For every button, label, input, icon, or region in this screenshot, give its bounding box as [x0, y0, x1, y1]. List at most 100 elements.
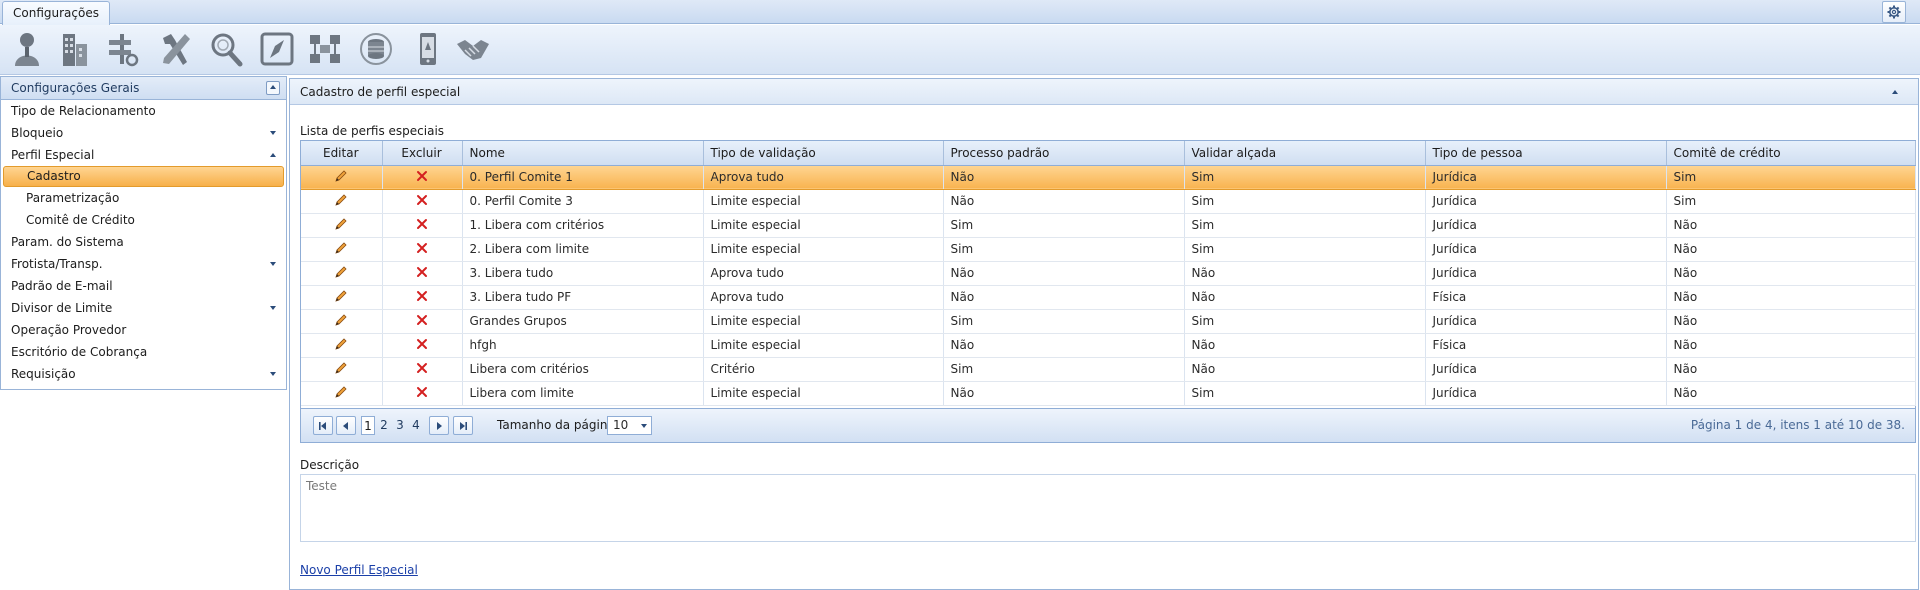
- magnifier-icon[interactable]: [208, 30, 244, 68]
- table-row[interactable]: hfgh Limite especial Não Não Física Não: [301, 333, 1916, 358]
- edit-pencil-icon[interactable]: [334, 361, 348, 378]
- edit-pencil-icon[interactable]: [334, 217, 348, 234]
- delete-x-icon[interactable]: [416, 218, 428, 233]
- page-2-link[interactable]: 2: [377, 416, 391, 435]
- collapse-nav-button[interactable]: [266, 81, 280, 95]
- new-profile-link[interactable]: Novo Perfil Especial: [300, 563, 418, 577]
- scale-settings-icon[interactable]: [104, 30, 140, 68]
- page-3-link[interactable]: 3: [393, 416, 407, 435]
- prev-page-button[interactable]: [336, 416, 356, 435]
- edit-pencil-icon[interactable]: [334, 289, 348, 306]
- network-icon[interactable]: [307, 30, 343, 68]
- page-1-link[interactable]: 1: [361, 416, 375, 435]
- col-header-processo-padrao[interactable]: Processo padrão: [943, 141, 1185, 166]
- cell-nome: Libera com critérios: [462, 357, 704, 382]
- sidebar-item-label: Escritório de Cobrança: [11, 345, 148, 359]
- cell-pessoa: Jurídica: [1425, 309, 1667, 334]
- sidebar-item[interactable]: Parametrização: [1, 187, 286, 209]
- settings-button[interactable]: [1882, 1, 1906, 23]
- sidebar-item-label: Comitê de Crédito: [26, 213, 135, 227]
- first-page-button[interactable]: [313, 416, 333, 435]
- user-silhouette-icon[interactable]: [10, 30, 46, 68]
- tab-configuracoes[interactable]: Configurações: [2, 1, 110, 25]
- next-page-button[interactable]: [429, 416, 449, 435]
- sidebar-item[interactable]: Param. do Sistema: [1, 231, 286, 253]
- page-4-link[interactable]: 4: [409, 416, 423, 435]
- delete-x-icon[interactable]: [416, 194, 428, 209]
- sidebar-item[interactable]: Divisor de Limite: [1, 297, 286, 319]
- sidebar-item[interactable]: Tipo de Relacionamento: [1, 100, 286, 122]
- edit-pencil-icon[interactable]: [334, 385, 348, 402]
- edit-pencil-icon[interactable]: [334, 169, 348, 186]
- cell-pessoa: Jurídica: [1425, 189, 1667, 214]
- page-size-value: 10: [613, 418, 629, 432]
- chevron-up-icon[interactable]: [270, 153, 276, 157]
- col-header-validar-alcada[interactable]: Validar alçada: [1184, 141, 1426, 166]
- sidebar-item[interactable]: Padrão de E-mail: [1, 275, 286, 297]
- table-row[interactable]: 3. Libera tudo Aprova tudo Não Não Jurídica N…: [301, 261, 1916, 286]
- sidebar-item[interactable]: Operação Provedor: [1, 319, 286, 341]
- col-header-nome[interactable]: Nome: [462, 141, 704, 166]
- col-header-excluir[interactable]: Excluir: [382, 141, 463, 166]
- cell-comite: Não: [1666, 285, 1916, 310]
- cell-nome: hfgh: [462, 333, 704, 358]
- table-row[interactable]: 3. Libera tudo PF Aprova tudo Não Não Física…: [301, 285, 1916, 310]
- delete-x-icon[interactable]: [416, 290, 428, 305]
- edit-pencil-icon[interactable]: [334, 193, 348, 210]
- table-row[interactable]: Grandes Grupos Limite especial Sim Sim Juríd…: [301, 309, 1916, 334]
- delete-x-icon[interactable]: [416, 386, 428, 401]
- database-icon[interactable]: [358, 30, 394, 68]
- cell-pessoa: Jurídica: [1425, 213, 1667, 238]
- table-row[interactable]: 0. Perfil Comite 1 Aprova tudo Não Sim Juríd…: [301, 164, 1916, 190]
- cell-tipo: Limite especial: [703, 333, 944, 358]
- list-caption: Lista de perfis especiais: [300, 124, 445, 138]
- delete-x-icon[interactable]: [416, 170, 428, 185]
- delete-x-icon[interactable]: [416, 266, 428, 281]
- toolbar: [0, 25, 1920, 75]
- table-row[interactable]: 0. Perfil Comite 3 Limite especial Não Sim J…: [301, 189, 1916, 214]
- compass-icon[interactable]: [259, 30, 295, 68]
- cell-tipo: Limite especial: [703, 213, 944, 238]
- page-size-select[interactable]: 10: [607, 416, 652, 435]
- edit-cell: [301, 237, 383, 262]
- chevron-down-icon[interactable]: [270, 306, 276, 310]
- description-field[interactable]: Teste: [300, 474, 1916, 542]
- chevron-down-icon[interactable]: [270, 131, 276, 135]
- table-row[interactable]: Libera com critérios Critério Sim Não Jurídi…: [301, 357, 1916, 382]
- tools-icon[interactable]: [157, 30, 193, 68]
- sidebar-item[interactable]: Cadastro: [3, 166, 284, 187]
- mobile-icon[interactable]: [410, 30, 446, 68]
- sidebar-item[interactable]: Requisição: [1, 363, 286, 385]
- sidebar-item[interactable]: Perfil Especial: [1, 144, 286, 166]
- collapse-panel-button[interactable]: [1892, 90, 1898, 94]
- delete-x-icon[interactable]: [416, 338, 428, 353]
- chevron-down-icon[interactable]: [270, 372, 276, 376]
- edit-pencil-icon[interactable]: [334, 265, 348, 282]
- building-icon[interactable]: [57, 30, 93, 68]
- sidebar-item[interactable]: Escritório de Cobrança: [1, 341, 286, 363]
- edit-pencil-icon[interactable]: [334, 337, 348, 354]
- col-header-editar[interactable]: Editar: [301, 141, 383, 166]
- col-header-tipo-validacao[interactable]: Tipo de validação: [703, 141, 944, 166]
- chevron-down-icon[interactable]: [270, 262, 276, 266]
- edit-pencil-icon[interactable]: [334, 241, 348, 258]
- cell-processo: Não: [943, 261, 1185, 286]
- delete-x-icon[interactable]: [416, 362, 428, 377]
- cell-tipo: Critério: [703, 357, 944, 382]
- sidebar-item[interactable]: Frotista/Transp.: [1, 253, 286, 275]
- delete-x-icon[interactable]: [416, 314, 428, 329]
- sidebar-item-label: Cadastro: [27, 169, 81, 183]
- table-row[interactable]: Libera com limite Limite especial Não Sim Ju…: [301, 381, 1916, 406]
- edit-pencil-icon[interactable]: [334, 313, 348, 330]
- last-page-button[interactable]: [453, 416, 473, 435]
- sidebar-item[interactable]: Bloqueio: [1, 122, 286, 144]
- table-row[interactable]: 2. Libera com limite Limite especial Sim Si…: [301, 237, 1916, 262]
- delete-x-icon[interactable]: [416, 242, 428, 257]
- col-header-comite-credito[interactable]: Comitê de crédito: [1666, 141, 1916, 166]
- cell-processo: Não: [943, 164, 1185, 190]
- table-row[interactable]: 1. Libera com critérios Limite especial Si…: [301, 213, 1916, 238]
- col-header-tipo-pessoa[interactable]: Tipo de pessoa: [1425, 141, 1667, 166]
- pager-info: Página 1 de 4, itens 1 até 10 de 38.: [1690, 418, 1905, 432]
- handshake-icon[interactable]: [455, 30, 491, 68]
- sidebar-item[interactable]: Comitê de Crédito: [1, 209, 286, 231]
